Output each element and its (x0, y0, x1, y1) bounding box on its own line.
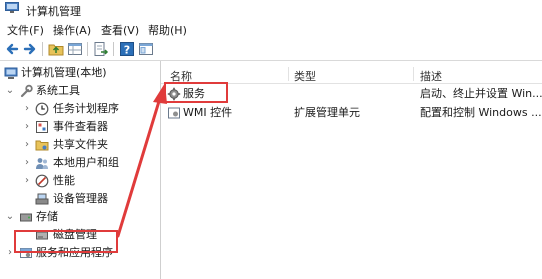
tree-item-label: 性能 (53, 174, 75, 187)
menu-view[interactable]: 查看(V) (101, 22, 139, 38)
tree-item-local-users[interactable]: › 本地用户和组 (0, 154, 160, 172)
chevron-right-icon[interactable]: › (22, 118, 32, 136)
title-bar: 计算机管理 (0, 0, 542, 18)
menu-bar: 文件(F) 操作(A) 查看(V) 帮助(H) (0, 21, 542, 38)
list-row-wmi-control[interactable]: WMI 控件 扩展管理单元 配置和控制 Windows ... (161, 104, 542, 122)
tree-item-storage[interactable]: ⌄ 存储 (0, 208, 160, 226)
shared-folder-icon (35, 140, 49, 151)
computer-management-icon (5, 2, 19, 13)
chevron-down-icon[interactable]: ⌄ (5, 82, 15, 100)
back-arrow-icon[interactable] (4, 41, 20, 57)
tree-root-label: 计算机管理(本地) (21, 66, 107, 79)
toolbar-separator (42, 42, 43, 56)
forward-arrow-icon[interactable] (22, 41, 38, 57)
menu-file[interactable]: 文件(F) (7, 22, 44, 38)
device-manager-icon (35, 193, 49, 205)
tree-item-label: 共享文件夹 (53, 138, 108, 151)
highlight-box-services-and-apps (14, 230, 118, 253)
chevron-right-icon[interactable]: › (22, 154, 32, 172)
chevron-right-icon[interactable]: › (22, 136, 32, 154)
tree-item-label: 任务计划程序 (53, 102, 119, 115)
clock-icon (35, 102, 49, 116)
computer-management-icon (4, 67, 18, 79)
tree-item-performance[interactable]: › 性能 (0, 172, 160, 190)
chevron-right-icon[interactable]: › (22, 100, 32, 118)
tree-item-label: 存储 (36, 210, 58, 223)
svg-text:?: ? (124, 44, 130, 57)
toolbar: ? (0, 39, 542, 61)
list-row-description: 启动、终止并设置 Win... (420, 87, 542, 100)
tree-item-label: 本地用户和组 (53, 156, 119, 169)
toolbar-separator (87, 42, 88, 56)
tree-root[interactable]: 计算机管理(本地) (0, 64, 160, 82)
tree-item-system-tools[interactable]: ⌄ 系统工具 (0, 82, 160, 100)
column-separator[interactable] (288, 67, 289, 81)
event-viewer-icon (36, 121, 48, 133)
column-header-description[interactable]: 描述 (420, 68, 442, 84)
tree-item-label: 系统工具 (36, 84, 80, 97)
toolbar-separator (113, 42, 114, 56)
highlight-box-services (164, 82, 228, 103)
tree-item-shared-folders[interactable]: › 共享文件夹 (0, 136, 160, 154)
list-row-name: WMI 控件 (183, 106, 233, 119)
help-icon[interactable]: ? (119, 41, 135, 57)
tree-item-task-scheduler[interactable]: › 任务计划程序 (0, 100, 160, 118)
list-row-type: 扩展管理单元 (294, 106, 360, 119)
column-separator[interactable] (413, 67, 414, 81)
menu-action[interactable]: 操作(A) (53, 22, 91, 38)
tools-icon (20, 84, 33, 98)
menu-help[interactable]: 帮助(H) (148, 22, 187, 38)
column-header-type[interactable]: 类型 (294, 68, 316, 84)
users-icon (36, 158, 48, 169)
chevron-right-icon[interactable]: › (22, 172, 32, 190)
tree-item-label: 设备管理器 (53, 192, 108, 205)
chevron-down-icon[interactable]: ⌄ (5, 208, 15, 226)
tree-item-device-manager[interactable]: 设备管理器 (0, 190, 160, 208)
properties-grid-icon[interactable] (67, 41, 83, 57)
performance-icon (35, 174, 49, 188)
console-tree-icon[interactable] (138, 41, 154, 57)
storage-icon (20, 213, 32, 222)
tree-item-event-viewer[interactable]: › 事件查看器 (0, 118, 160, 136)
export-list-icon[interactable] (93, 41, 109, 57)
wmi-control-icon (168, 107, 180, 119)
folder-up-icon[interactable] (48, 41, 64, 57)
tree-item-label: 事件查看器 (53, 120, 108, 133)
list-row-description: 配置和控制 Windows ... (420, 106, 542, 119)
window-title: 计算机管理 (26, 5, 81, 18)
